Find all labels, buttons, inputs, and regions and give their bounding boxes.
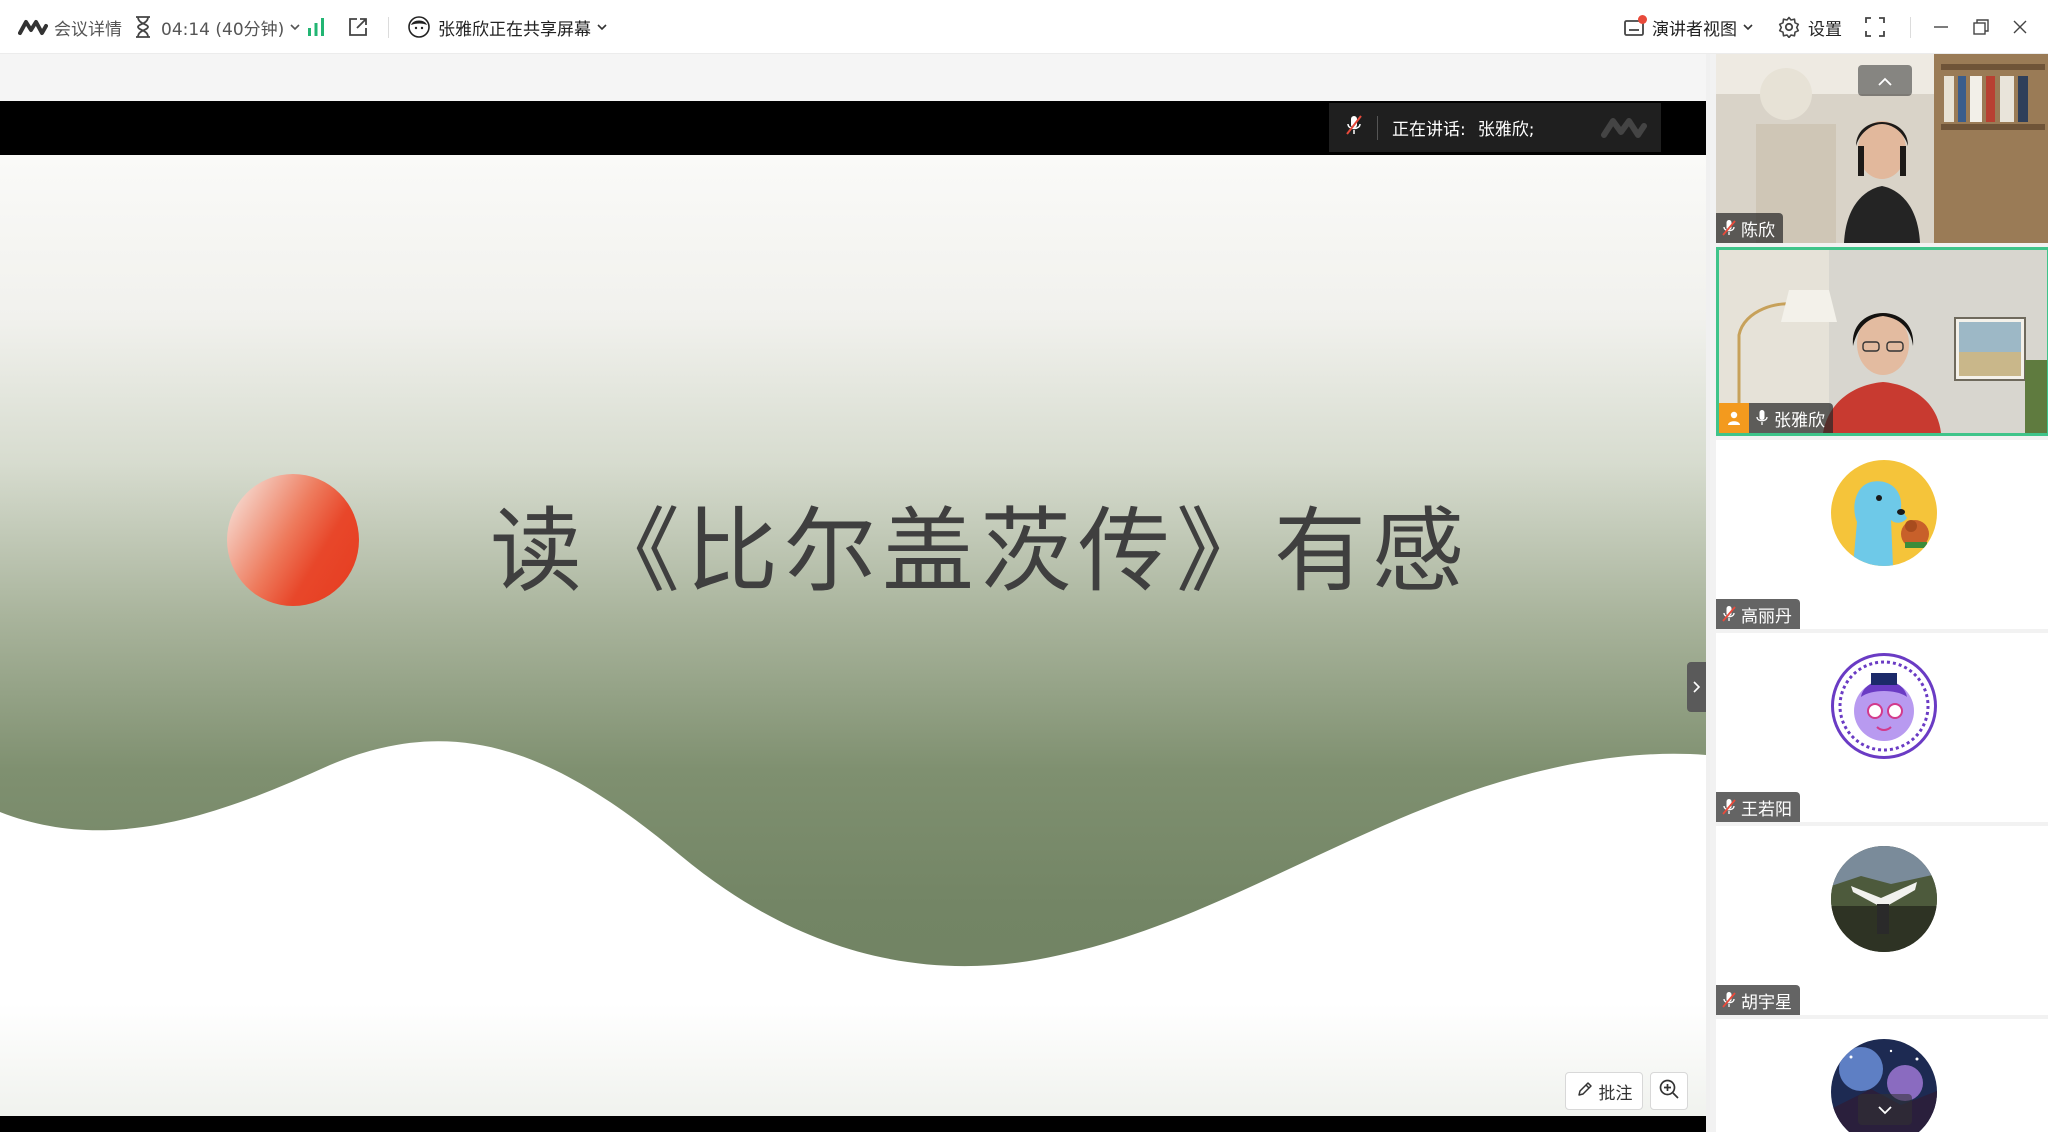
participant-name: 王若阳 [1741, 799, 1792, 820]
zoom-in-button[interactable] [1650, 1072, 1688, 1110]
presentation-slide: 读《比尔盖茨传》有感 [0, 155, 1706, 1116]
shared-screen-area: 读《比尔盖茨传》有感 正在讲话: 张雅欣; 批注 [0, 54, 1706, 1132]
participant-tile-active-speaker[interactable]: 张雅欣 [1716, 247, 2048, 436]
tencent-meeting-logo-icon [1601, 115, 1647, 144]
presenter-view-icon [1623, 15, 1647, 38]
presenter-view-label: 演讲者视图 [1652, 19, 1737, 40]
sharing-status-dropdown[interactable]: 张雅欣正在共享屏幕 [408, 0, 607, 54]
mic-muted-icon [1345, 114, 1363, 141]
sun-circle [227, 474, 359, 606]
annotate-button[interactable]: 批注 [1565, 1072, 1643, 1110]
participant-panel: 陈欣 张雅欣 高丽丹 王若阳 胡宇星 [1706, 54, 2048, 1132]
avatar-icon [408, 16, 430, 38]
participant-name: 高丽丹 [1741, 606, 1792, 627]
close-button[interactable] [2012, 0, 2028, 54]
participant-avatar [1831, 846, 1937, 952]
settings-label: 设置 [1808, 19, 1842, 40]
participant-tile[interactable]: 王若阳 [1716, 633, 2048, 822]
signal-bars-icon [306, 17, 326, 37]
host-icon [1719, 403, 1749, 433]
annotate-label: 批注 [1598, 1083, 1633, 1104]
zoom-in-icon [1658, 1078, 1680, 1105]
gear-icon [1778, 16, 1800, 38]
share-external-button[interactable] [347, 0, 369, 54]
pen-icon [1576, 1080, 1594, 1103]
meeting-timer[interactable]: 04:14 (40分钟) [134, 0, 300, 54]
timer-label: 04:14 (40分钟) [161, 19, 285, 40]
participant-name-tag: 张雅欣 [1719, 403, 1833, 433]
speaking-label: 正在讲话: [1392, 120, 1466, 140]
participant-avatar [1831, 460, 1937, 566]
share-external-icon [347, 16, 369, 38]
network-signal-button[interactable] [306, 0, 326, 54]
participant-name: 胡宇星 [1741, 992, 1792, 1013]
participant-tile[interactable]: 陈欣 [1716, 54, 2048, 243]
slide-background [0, 155, 1706, 1116]
chevron-up-icon [1878, 71, 1892, 90]
participant-name: 张雅欣 [1774, 410, 1825, 431]
letterbox-bottom [0, 1116, 1706, 1132]
participant-avatar [1831, 653, 1937, 759]
top-toolbar: 会议详情 04:14 (40分钟) 张雅欣正在共享屏幕 演讲者视图 设置 [0, 0, 2048, 54]
restore-button[interactable] [1973, 0, 1989, 54]
mic-muted-icon [1722, 991, 1736, 1009]
minimize-icon [1933, 19, 1949, 35]
chevron-down-icon [1878, 1100, 1892, 1119]
scroll-up-button[interactable] [1858, 65, 1912, 96]
chevron-right-icon [1692, 678, 1701, 697]
settings-button[interactable]: 设置 [1778, 0, 1842, 54]
mic-muted-icon [1722, 798, 1736, 816]
slide-title: 读《比尔盖茨传》有感 [490, 498, 1471, 605]
meeting-details-label: 会议详情 [54, 19, 122, 40]
scroll-down-button[interactable] [1858, 1094, 1912, 1125]
sharing-status-label: 张雅欣正在共享屏幕 [438, 19, 591, 40]
participant-tile[interactable] [1716, 1019, 2048, 1132]
hourglass-icon [134, 16, 152, 38]
close-icon [2012, 19, 2028, 35]
mic-icon [1755, 409, 1769, 427]
chevron-down-icon [597, 23, 607, 31]
fullscreen-button[interactable] [1864, 0, 1886, 54]
meeting-details-button[interactable]: 会议详情 [18, 0, 122, 54]
speaking-indicator: 正在讲话: 张雅欣; [1329, 103, 1661, 152]
toolbar-divider [1910, 17, 1911, 38]
fullscreen-icon [1864, 16, 1886, 38]
collapse-panel-button[interactable] [1687, 662, 1706, 712]
speaker-name: 张雅欣; [1477, 120, 1535, 140]
chevron-down-icon [290, 23, 300, 31]
participant-name-tag: 高丽丹 [1716, 599, 1800, 629]
participant-name-tag: 胡宇星 [1716, 985, 1800, 1015]
participant-tile[interactable]: 高丽丹 [1716, 440, 2048, 629]
tencent-meeting-logo-icon [18, 18, 48, 36]
participant-name-tag: 陈欣 [1716, 213, 1783, 243]
participant-tile[interactable]: 胡宇星 [1716, 826, 2048, 1015]
mic-muted-icon [1722, 219, 1736, 237]
presenter-view-button[interactable]: 演讲者视图 [1623, 0, 1753, 54]
chevron-down-icon [1743, 23, 1753, 31]
toolbar-divider [388, 17, 389, 38]
restore-icon [1973, 19, 1989, 35]
minimize-button[interactable] [1933, 0, 1949, 54]
mic-muted-icon [1722, 605, 1736, 623]
participant-name-tag: 王若阳 [1716, 792, 1800, 822]
participant-name: 陈欣 [1741, 220, 1775, 241]
